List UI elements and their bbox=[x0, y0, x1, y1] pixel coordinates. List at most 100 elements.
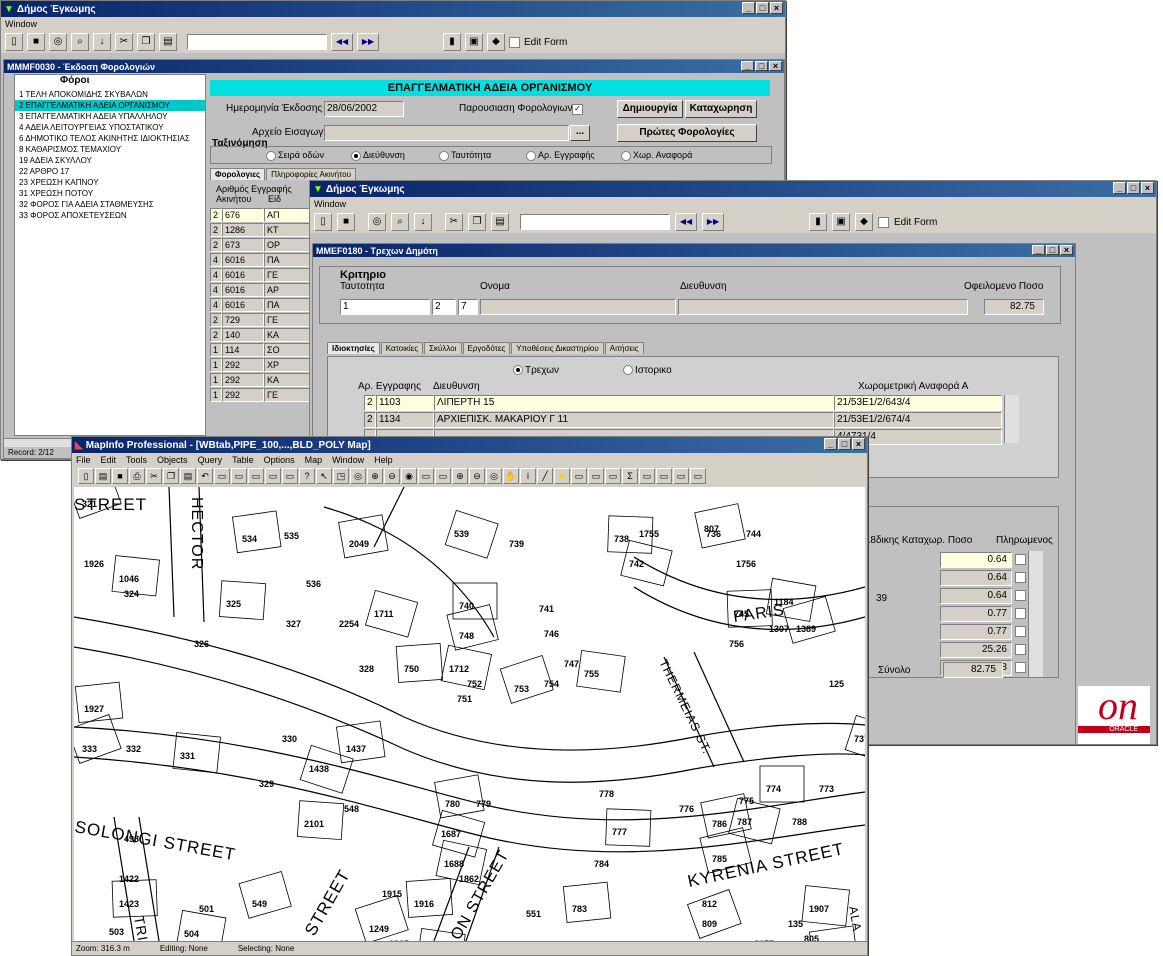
table-row[interactable]: 2 673 ΟΡ bbox=[210, 238, 314, 252]
table-cell[interactable]: 676 bbox=[222, 208, 264, 222]
menu-edit[interactable]: Edit bbox=[101, 455, 117, 465]
close-button[interactable]: × bbox=[1141, 182, 1154, 194]
window-icon[interactable]: ▭ bbox=[214, 468, 230, 484]
window-icon[interactable]: ▭ bbox=[282, 468, 298, 484]
paid-checkbox[interactable] bbox=[1015, 662, 1026, 673]
tax-list-item[interactable]: 32 ΦΟΡΟΣ ΓΙΑ ΑΔΕΙΑ ΣΤΑΘΜΕΥΣΗΣ bbox=[15, 199, 205, 210]
query-icon[interactable]: ◎ bbox=[368, 213, 386, 231]
tab-properties[interactable]: Ιδιοκτησίες bbox=[327, 342, 380, 354]
hotlink-icon[interactable]: ⚡ bbox=[554, 468, 570, 484]
sort-option-geo[interactable]: Χωρ. Αναφορά bbox=[621, 150, 692, 161]
table-cell[interactable]: 21/53Ε1/2/674/4 bbox=[834, 412, 1002, 428]
amount-cell[interactable]: 0.77 bbox=[940, 605, 1012, 622]
table-cell[interactable]: ΚΤ bbox=[264, 223, 314, 237]
tab-residences[interactable]: Κατοικίες bbox=[380, 342, 424, 354]
table-row[interactable]: 2 729 ΓΕ bbox=[210, 313, 314, 327]
map-canvas[interactable]: 321 1926 1046 324 534 535 539 536 325 327 2049 2254… bbox=[72, 469, 867, 955]
road-line[interactable] bbox=[373, 486, 405, 548]
image-icon[interactable]: ▣ bbox=[465, 33, 483, 51]
import-file-field[interactable] bbox=[324, 125, 569, 141]
next-record-button[interactable]: ▶▶ bbox=[702, 213, 724, 231]
table-cell[interactable]: ΣΟ bbox=[264, 343, 314, 357]
table-cell[interactable]: 292 bbox=[222, 388, 264, 402]
id-field-a[interactable]: 2 bbox=[432, 299, 456, 315]
sort-option-address[interactable]: Διεύθυνση bbox=[351, 150, 405, 161]
table-cell[interactable]: ΚΑ bbox=[264, 328, 314, 342]
building-outline[interactable] bbox=[231, 510, 282, 554]
paid-checkbox[interactable] bbox=[1015, 644, 1026, 655]
table-row[interactable]: 4 6016 ΑΡ bbox=[210, 283, 314, 297]
table-cell[interactable]: 1103 bbox=[376, 395, 434, 411]
form-close-button[interactable]: × bbox=[1060, 245, 1073, 255]
help-icon[interactable]: ? bbox=[299, 468, 315, 484]
tab-applications[interactable]: Αιτήσεις bbox=[604, 342, 644, 354]
amount-cell[interactable]: 0.77 bbox=[940, 623, 1012, 640]
amount-cell[interactable]: 0.64 bbox=[940, 569, 1012, 586]
table-cell[interactable]: ΓΕ bbox=[264, 268, 314, 282]
amount-row[interactable]: 0.77 bbox=[940, 605, 1026, 622]
paste-icon[interactable]: ▤ bbox=[491, 213, 509, 231]
search-icon[interactable]: ⌕ bbox=[71, 33, 89, 51]
road-line[interactable] bbox=[73, 646, 866, 783]
table-cell[interactable]: 114 bbox=[222, 343, 264, 357]
cut-icon[interactable]: ✂ bbox=[115, 33, 133, 51]
table-cell[interactable]: 1286 bbox=[222, 223, 264, 237]
amount-cell[interactable]: 0.64 bbox=[940, 551, 1012, 568]
issue-date-field[interactable]: 28/06/2002 bbox=[324, 101, 404, 117]
table-row[interactable]: 2 1134 ΑΡΧΙΕΠΙΣΚ. ΜΑΚΑΡΙΟΥ Γ 11 21/53Ε1/2/6… bbox=[364, 412, 1002, 428]
menu-window[interactable]: Window bbox=[332, 455, 364, 465]
table-cell[interactable]: 4 bbox=[210, 253, 222, 267]
minimize-button[interactable]: _ bbox=[1113, 182, 1126, 194]
table-cell[interactable]: 673 bbox=[222, 238, 264, 252]
table-cell[interactable]: 1 bbox=[210, 358, 222, 372]
maximize-button[interactable]: □ bbox=[1127, 182, 1140, 194]
paid-checkbox[interactable] bbox=[1015, 608, 1026, 619]
tax-list-item[interactable]: 4 ΑΔΕΙΑ ΛΕΙΤΟΥΡΓΕΙΑΣ ΥΠΟΣΤΑΤΙΚΟΥ bbox=[15, 122, 205, 133]
menu-map[interactable]: Map bbox=[305, 455, 323, 465]
building-outline[interactable] bbox=[446, 604, 499, 651]
tab-dogs[interactable]: Σκύλλοι bbox=[424, 342, 462, 354]
road-line[interactable] bbox=[323, 506, 495, 638]
table-cell[interactable]: ΑΡΧΙΕΠΙΣΚ. ΜΑΚΑΡΙΟΥ Γ 11 bbox=[434, 412, 834, 428]
paste-icon[interactable]: ▤ bbox=[159, 33, 177, 51]
table-row[interactable]: 4 6016 ΓΕ bbox=[210, 268, 314, 282]
tax-list-item[interactable]: 33 ΦΟΡΟΣ ΑΠΟΧΕΤΕΥΣΕΩΝ bbox=[15, 210, 205, 221]
table-cell[interactable]: 1 bbox=[210, 343, 222, 357]
table-row[interactable]: 1 292 ΚΑ bbox=[210, 373, 314, 387]
print-icon[interactable]: ⎙ bbox=[129, 468, 145, 484]
menu-options[interactable]: Options bbox=[264, 455, 295, 465]
amount-cell[interactable]: 25.26 bbox=[940, 641, 1012, 658]
toolbar-input[interactable] bbox=[520, 214, 670, 230]
close-button[interactable]: × bbox=[852, 438, 865, 450]
form-maximize-button[interactable]: □ bbox=[1046, 245, 1059, 255]
tax-list-item[interactable]: 23 ΧΡΕΩΣΗ ΚΑΠΝΟΥ bbox=[15, 177, 205, 188]
table-row[interactable]: 2 1286 ΚΤ bbox=[210, 223, 314, 237]
table-row[interactable]: 4 6016 ΠΑ bbox=[210, 253, 314, 267]
form-minimize-button[interactable]: _ bbox=[741, 61, 754, 71]
create-button[interactable]: Δημιουργία bbox=[617, 100, 683, 118]
property-scrollbar[interactable] bbox=[1004, 395, 1019, 443]
building-outline[interactable] bbox=[74, 681, 124, 724]
amount-row[interactable]: 0.64 bbox=[940, 551, 1026, 568]
layout-icon[interactable]: ▭ bbox=[656, 468, 672, 484]
table-cell[interactable]: ΓΕ bbox=[264, 388, 314, 402]
radio-history[interactable]: Ιστορικο bbox=[623, 365, 672, 376]
tax-list-item[interactable]: 19 ΑΔΕΙΑ ΣΚΥΛΛΟΥ bbox=[15, 155, 205, 166]
browse-button[interactable]: ... bbox=[570, 125, 590, 141]
menu-table[interactable]: Table bbox=[232, 455, 254, 465]
tax-list-item[interactable]: 31 ΧΡΕΩΣΗ ΠΟΤΟΥ bbox=[15, 188, 205, 199]
table-cell[interactable]: 6016 bbox=[222, 283, 264, 297]
building-outline[interactable] bbox=[694, 503, 746, 549]
paid-checkbox[interactable] bbox=[1015, 590, 1026, 601]
menu-window[interactable]: Window bbox=[5, 19, 37, 29]
paid-checkbox[interactable] bbox=[1015, 572, 1026, 583]
window-icon[interactable]: ▭ bbox=[248, 468, 264, 484]
building-outline[interactable] bbox=[354, 895, 409, 944]
tab-court-cases[interactable]: Υποθέσεις Δικαστηρίου bbox=[511, 342, 604, 354]
table-row[interactable]: 1 292 ΧΡ bbox=[210, 358, 314, 372]
table-cell[interactable]: 4 bbox=[210, 283, 222, 297]
table-cell[interactable]: ΑΠ bbox=[264, 208, 314, 222]
zoom-select-icon[interactable]: ⊕ bbox=[367, 468, 383, 484]
tax-list-item[interactable]: 1 ΤΕΛΗ ΑΠΟΚΟΜΙΔΗΣ ΣΚΥΒΑΛΩΝ bbox=[15, 89, 205, 100]
radio-current[interactable]: Τρεχων bbox=[513, 365, 559, 376]
